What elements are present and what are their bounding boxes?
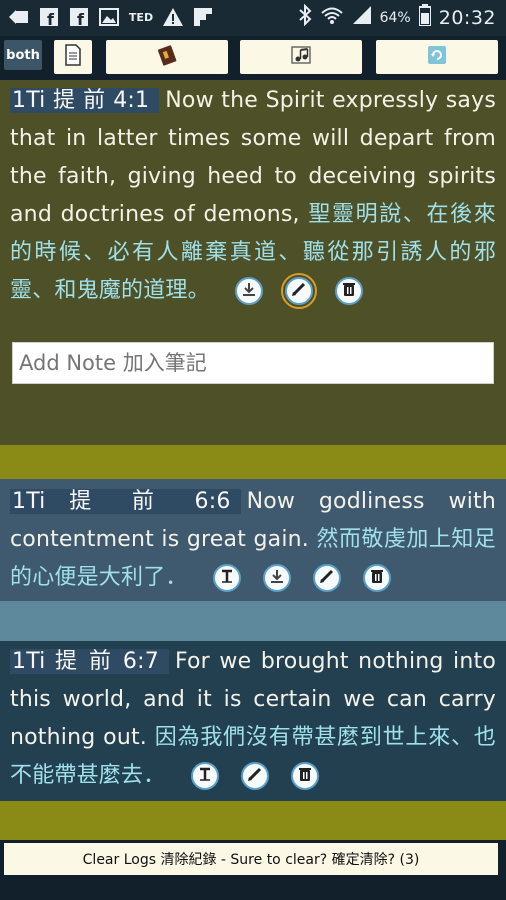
download-icon: [241, 272, 257, 310]
refresh-icon: [426, 44, 448, 70]
back-arrow-icon: [8, 6, 30, 28]
delete-button[interactable]: [362, 564, 391, 592]
text-button[interactable]: [212, 564, 241, 592]
note-input[interactable]: [12, 342, 494, 384]
music-note-icon: [290, 44, 312, 70]
battery-percent: 64%: [379, 9, 411, 26]
edit-button[interactable]: [312, 564, 341, 592]
entry-actions: [212, 564, 391, 592]
entry-actions: [190, 762, 319, 790]
verse-text: 1Ti 提 前 6:6 Now godliness with contentmen…: [10, 483, 496, 597]
svg-text:f: f: [47, 10, 55, 27]
music-button[interactable]: [240, 40, 362, 74]
pencil-icon: [319, 559, 335, 597]
navigation-bar: [0, 878, 506, 900]
status-bar: f f TED 64% 20:32: [0, 0, 506, 36]
clear-logs-button[interactable]: Clear Logs 清除紀錄 - Sure to clear? 確定清除? (…: [4, 843, 498, 875]
verse-text: 1Ti 提 前 6:7 For we brought nothing into t…: [10, 643, 496, 795]
refresh-button[interactable]: [376, 40, 498, 74]
entry-actions: [235, 273, 364, 309]
list-item[interactable]: 1Ti 提 前 6:7 For we brought nothing into t…: [0, 641, 506, 801]
facebook-icon: f: [38, 6, 60, 28]
trash-icon: [369, 559, 385, 597]
bible-book-icon: [156, 44, 178, 70]
edit-button[interactable]: [240, 762, 269, 790]
download-button[interactable]: [235, 277, 264, 305]
verse-ref[interactable]: 1Ti 提 前 4:1: [10, 88, 160, 113]
bookmark-list: 1Ti 提 前 4:1 Now the Spirit expressly says…: [0, 80, 506, 840]
download-button[interactable]: [262, 564, 291, 592]
notification-icons: f f TED: [8, 6, 214, 28]
pencil-icon: [247, 757, 263, 795]
separator: [0, 601, 506, 641]
download-icon: [269, 559, 285, 597]
signal-icon: [352, 5, 372, 30]
verse-text: 1Ti 提 前 4:1 Now the Spirit expressly says…: [10, 82, 496, 310]
bible-button[interactable]: [106, 40, 228, 74]
delete-button[interactable]: [290, 762, 319, 790]
text-button[interactable]: [190, 762, 219, 790]
bluetooth-icon: [298, 3, 312, 31]
list-item[interactable]: 1Ti 提 前 6:6 Now godliness with contentmen…: [0, 479, 506, 601]
clock: 20:32: [438, 6, 496, 29]
document-icon: [64, 44, 82, 70]
verse-ref[interactable]: 1Ti 提 前 6:6: [10, 489, 241, 514]
list-item[interactable]: 1Ti 提 前 4:1 Now the Spirit expressly says…: [0, 80, 506, 445]
toolbar: both: [0, 36, 506, 80]
trash-icon: [341, 272, 357, 310]
image-icon: [98, 6, 120, 28]
warning-icon: [162, 6, 184, 28]
separator: [0, 445, 506, 479]
pencil-icon: [291, 272, 307, 310]
battery-icon: [417, 4, 432, 31]
document-button[interactable]: [54, 40, 92, 74]
verse-ref[interactable]: 1Ti 提 前 6:7: [10, 649, 169, 674]
text-icon: [197, 757, 213, 795]
text-icon: [219, 559, 235, 597]
edit-button[interactable]: [281, 273, 318, 309]
svg-text:f: f: [77, 10, 85, 27]
delete-button[interactable]: [335, 277, 364, 305]
trash-icon: [297, 757, 313, 795]
facebook-icon: f: [68, 6, 90, 28]
flipboard-icon: [192, 6, 214, 28]
wifi-icon: [320, 5, 344, 30]
separator: [0, 801, 506, 840]
both-toggle-button[interactable]: both: [4, 40, 42, 70]
ted-icon: TED: [128, 10, 154, 24]
system-icons: 64% 20:32: [298, 3, 496, 31]
